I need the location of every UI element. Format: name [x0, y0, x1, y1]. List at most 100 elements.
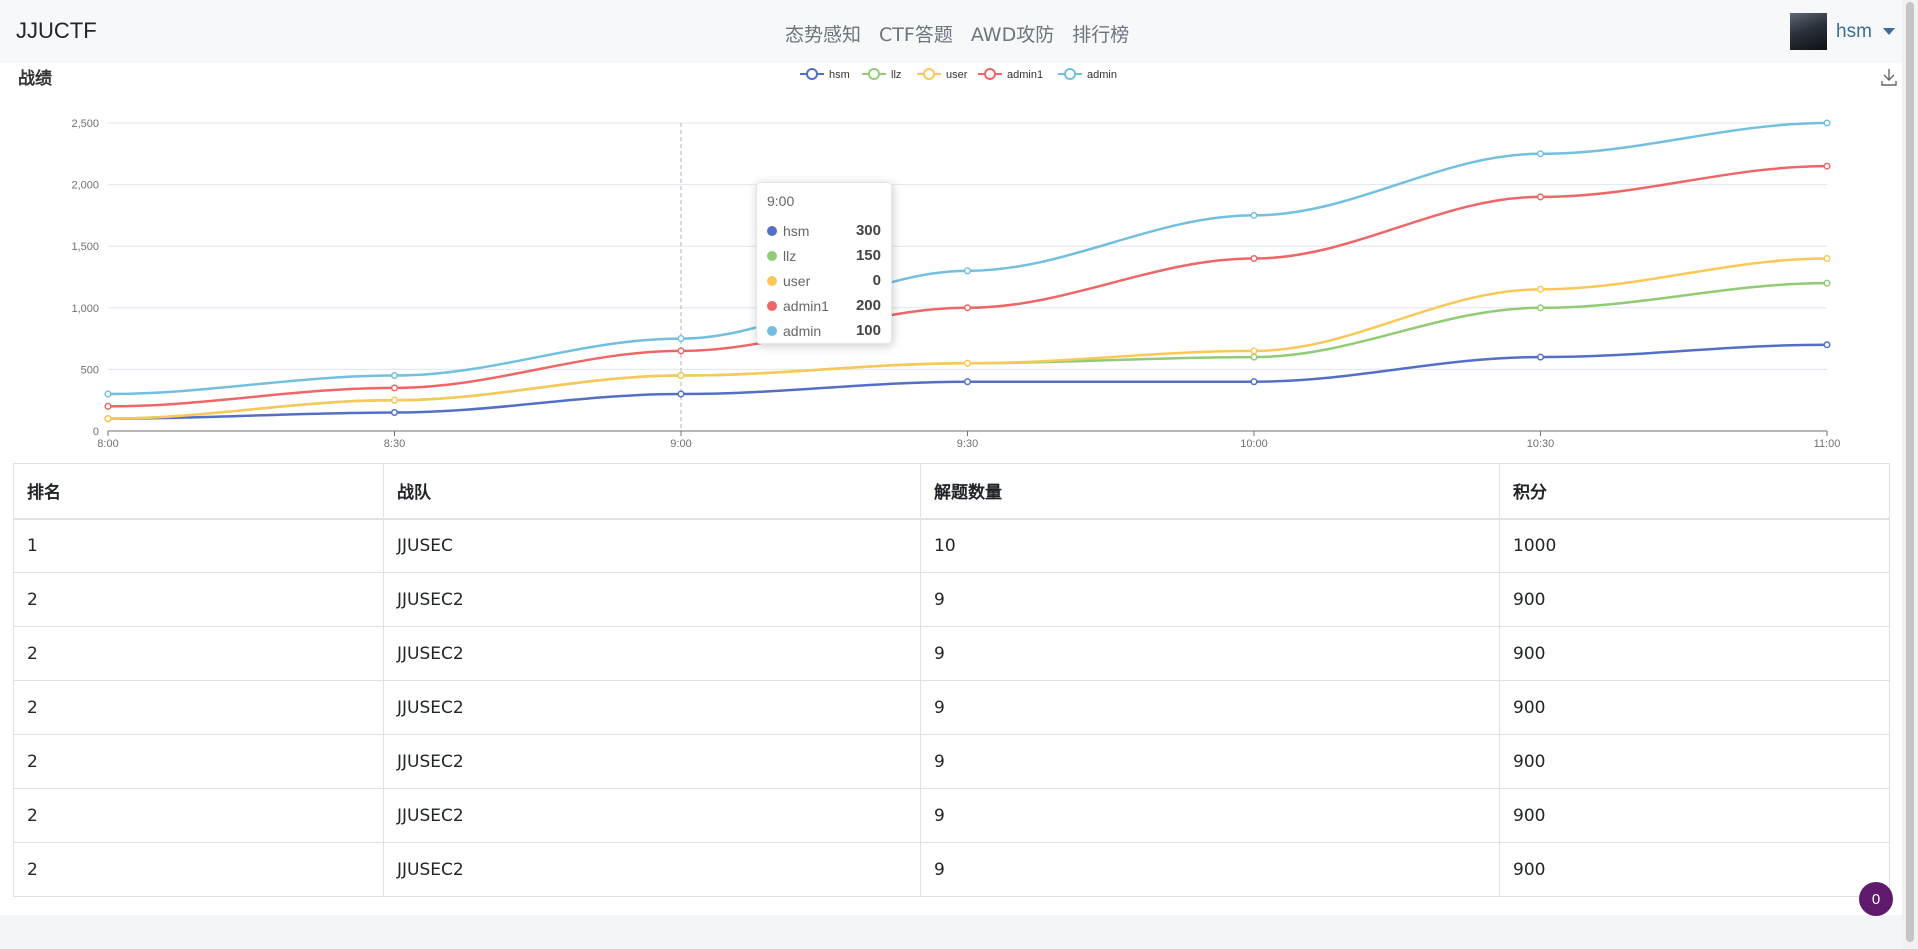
data-point-admin [1250, 211, 1258, 219]
avatar [1790, 13, 1827, 50]
nav-awd[interactable]: AWD攻防 [971, 20, 1054, 47]
x-tick-label: 9:00 [670, 438, 691, 450]
data-point-admin1 [963, 304, 972, 312]
cell-rank: 2 [13, 842, 384, 897]
data-point-admin1 [677, 347, 685, 355]
page-scrollbar[interactable] [1902, 0, 1918, 949]
table-row: 2 JJUSEC2 9 900 [13, 626, 1890, 681]
leaderboard-table-wrapper: 排名 战队 解题数量 积分 1 JJUSEC 10 1000 2 JJUSEC2… [13, 463, 1890, 897]
cell-rank: 2 [13, 680, 384, 735]
series-line-admin [107, 121, 1828, 396]
data-point-admin [963, 267, 972, 275]
chevron-down-icon [1882, 28, 1895, 35]
cell-team: JJUSEC2 [383, 842, 921, 897]
col-header-team: 战队 [383, 463, 921, 520]
table-row: 2 JJUSEC2 9 900 [13, 788, 1890, 843]
cell-team: JJUSEC2 [383, 572, 921, 627]
legend-marker-hsm [806, 68, 818, 80]
tooltip-series-name: admin [783, 322, 822, 339]
user-name: hsm [1836, 20, 1872, 42]
cell-solved: 9 [920, 788, 1500, 843]
col-header-solved: 解题数量 [920, 463, 1500, 520]
cell-solved: 9 [920, 626, 1500, 681]
series-line-user [107, 257, 1828, 420]
data-point-hsm [963, 378, 972, 386]
cell-score: 900 [1499, 680, 1890, 735]
table-row: 1 JJUSEC 10 1000 [13, 518, 1890, 573]
top-navbar: JJUCTF 态势感知 CTF答题 AWD攻防 排行榜 hsm [0, 0, 1902, 63]
data-point-user [104, 415, 112, 423]
table-row: 2 JJUSEC2 9 900 [13, 734, 1890, 789]
nav-leaderboard[interactable]: 排行榜 [1072, 20, 1129, 47]
y-tick-label: 500 [81, 364, 99, 376]
data-point-hsm [1250, 378, 1258, 386]
tooltip-dot-user [767, 275, 777, 286]
y-tick-label: 1,500 [71, 241, 99, 253]
main-nav: 态势感知 CTF答题 AWD攻防 排行榜 [785, 20, 1129, 47]
cell-team: JJUSEC2 [383, 680, 921, 735]
brand-logo[interactable]: JJUCTF [16, 18, 97, 44]
legend-marker-admin1 [984, 68, 996, 80]
x-tick-label: 8:30 [384, 438, 405, 450]
data-point-llz [1250, 353, 1258, 361]
col-header-score: 积分 [1499, 463, 1890, 520]
scrollbar-thumb[interactable] [1906, 2, 1914, 942]
chart-title: 战绩 [18, 69, 52, 89]
legend-label-llz: llz [891, 69, 901, 81]
data-point-user [1823, 254, 1831, 263]
legend-label-admin: admin [1087, 69, 1117, 81]
notification-badge[interactable]: 0 [1859, 882, 1893, 916]
data-point-admin [1823, 119, 1831, 127]
table-header-row: 排名 战队 解题数量 积分 [13, 463, 1890, 520]
cell-rank: 2 [13, 788, 384, 843]
nav-situation-awareness[interactable]: 态势感知 [785, 20, 861, 47]
tooltip-series-value: 100 [855, 322, 881, 339]
tooltip-series-name: admin1 [783, 297, 829, 314]
x-tick-label: 10:30 [1527, 438, 1555, 450]
data-point-admin [677, 335, 685, 343]
data-point-hsm [1823, 341, 1831, 349]
cell-solved: 9 [920, 572, 1500, 627]
cell-team: JJUSEC [383, 518, 921, 573]
legend-label-user: user [946, 69, 968, 81]
tooltip-row: user 0 [767, 268, 881, 293]
series-line-admin1 [107, 164, 1828, 408]
cell-score: 900 [1499, 734, 1890, 789]
tooltip-dot-admin1 [767, 300, 777, 311]
tooltip-series-name: user [783, 272, 811, 289]
data-point-admin1 [390, 384, 399, 392]
cell-solved: 9 [920, 680, 1500, 735]
cell-rank: 1 [13, 518, 384, 573]
legend-label-admin1: admin1 [1007, 69, 1043, 81]
tooltip-series-value: 300 [855, 222, 881, 239]
tooltip-series-value: 200 [855, 297, 881, 314]
cell-score: 900 [1499, 788, 1890, 843]
x-tick-label: 9:30 [957, 438, 978, 450]
col-header-rank: 排名 [13, 463, 384, 520]
legend-label-hsm: hsm [829, 69, 850, 81]
data-point-admin [1536, 150, 1545, 158]
cell-team: JJUSEC2 [383, 626, 921, 681]
legend-marker-llz [868, 68, 880, 80]
tooltip-series-name: llz [783, 247, 797, 264]
download-icon[interactable] [1880, 67, 1898, 87]
y-tick-label: 1,000 [71, 303, 99, 315]
user-menu-toggle[interactable]: hsm [1790, 13, 1895, 50]
data-point-admin1 [104, 402, 112, 410]
tooltip-row: hsm 300 [767, 218, 881, 243]
leaderboard-table: 排名 战队 解题数量 积分 1 JJUSEC 10 1000 2 JJUSEC2… [13, 463, 1890, 897]
chart-tooltip: 9:00 hsm 300 llz 150 user 0 admin1 200 a… [756, 182, 892, 344]
data-point-llz [1823, 279, 1831, 287]
cell-score: 900 [1499, 572, 1890, 627]
tooltip-series-name: hsm [783, 222, 810, 239]
data-point-admin [390, 372, 399, 380]
nav-ctf-challenges[interactable]: CTF答题 [879, 20, 953, 47]
data-point-admin1 [1823, 162, 1831, 170]
x-tick-label: 11:00 [1814, 438, 1841, 450]
score-line-chart: 0 500 1,000 1,500 2,000 2,500 8:00 8:30 9:00 9:30… [71, 68, 1841, 450]
table-row: 2 JJUSEC2 9 900 [13, 572, 1890, 627]
tooltip-row: admin 100 [767, 318, 881, 343]
tooltip-row: llz 150 [767, 243, 881, 268]
cell-score: 900 [1499, 842, 1890, 897]
data-point-user [390, 396, 399, 404]
